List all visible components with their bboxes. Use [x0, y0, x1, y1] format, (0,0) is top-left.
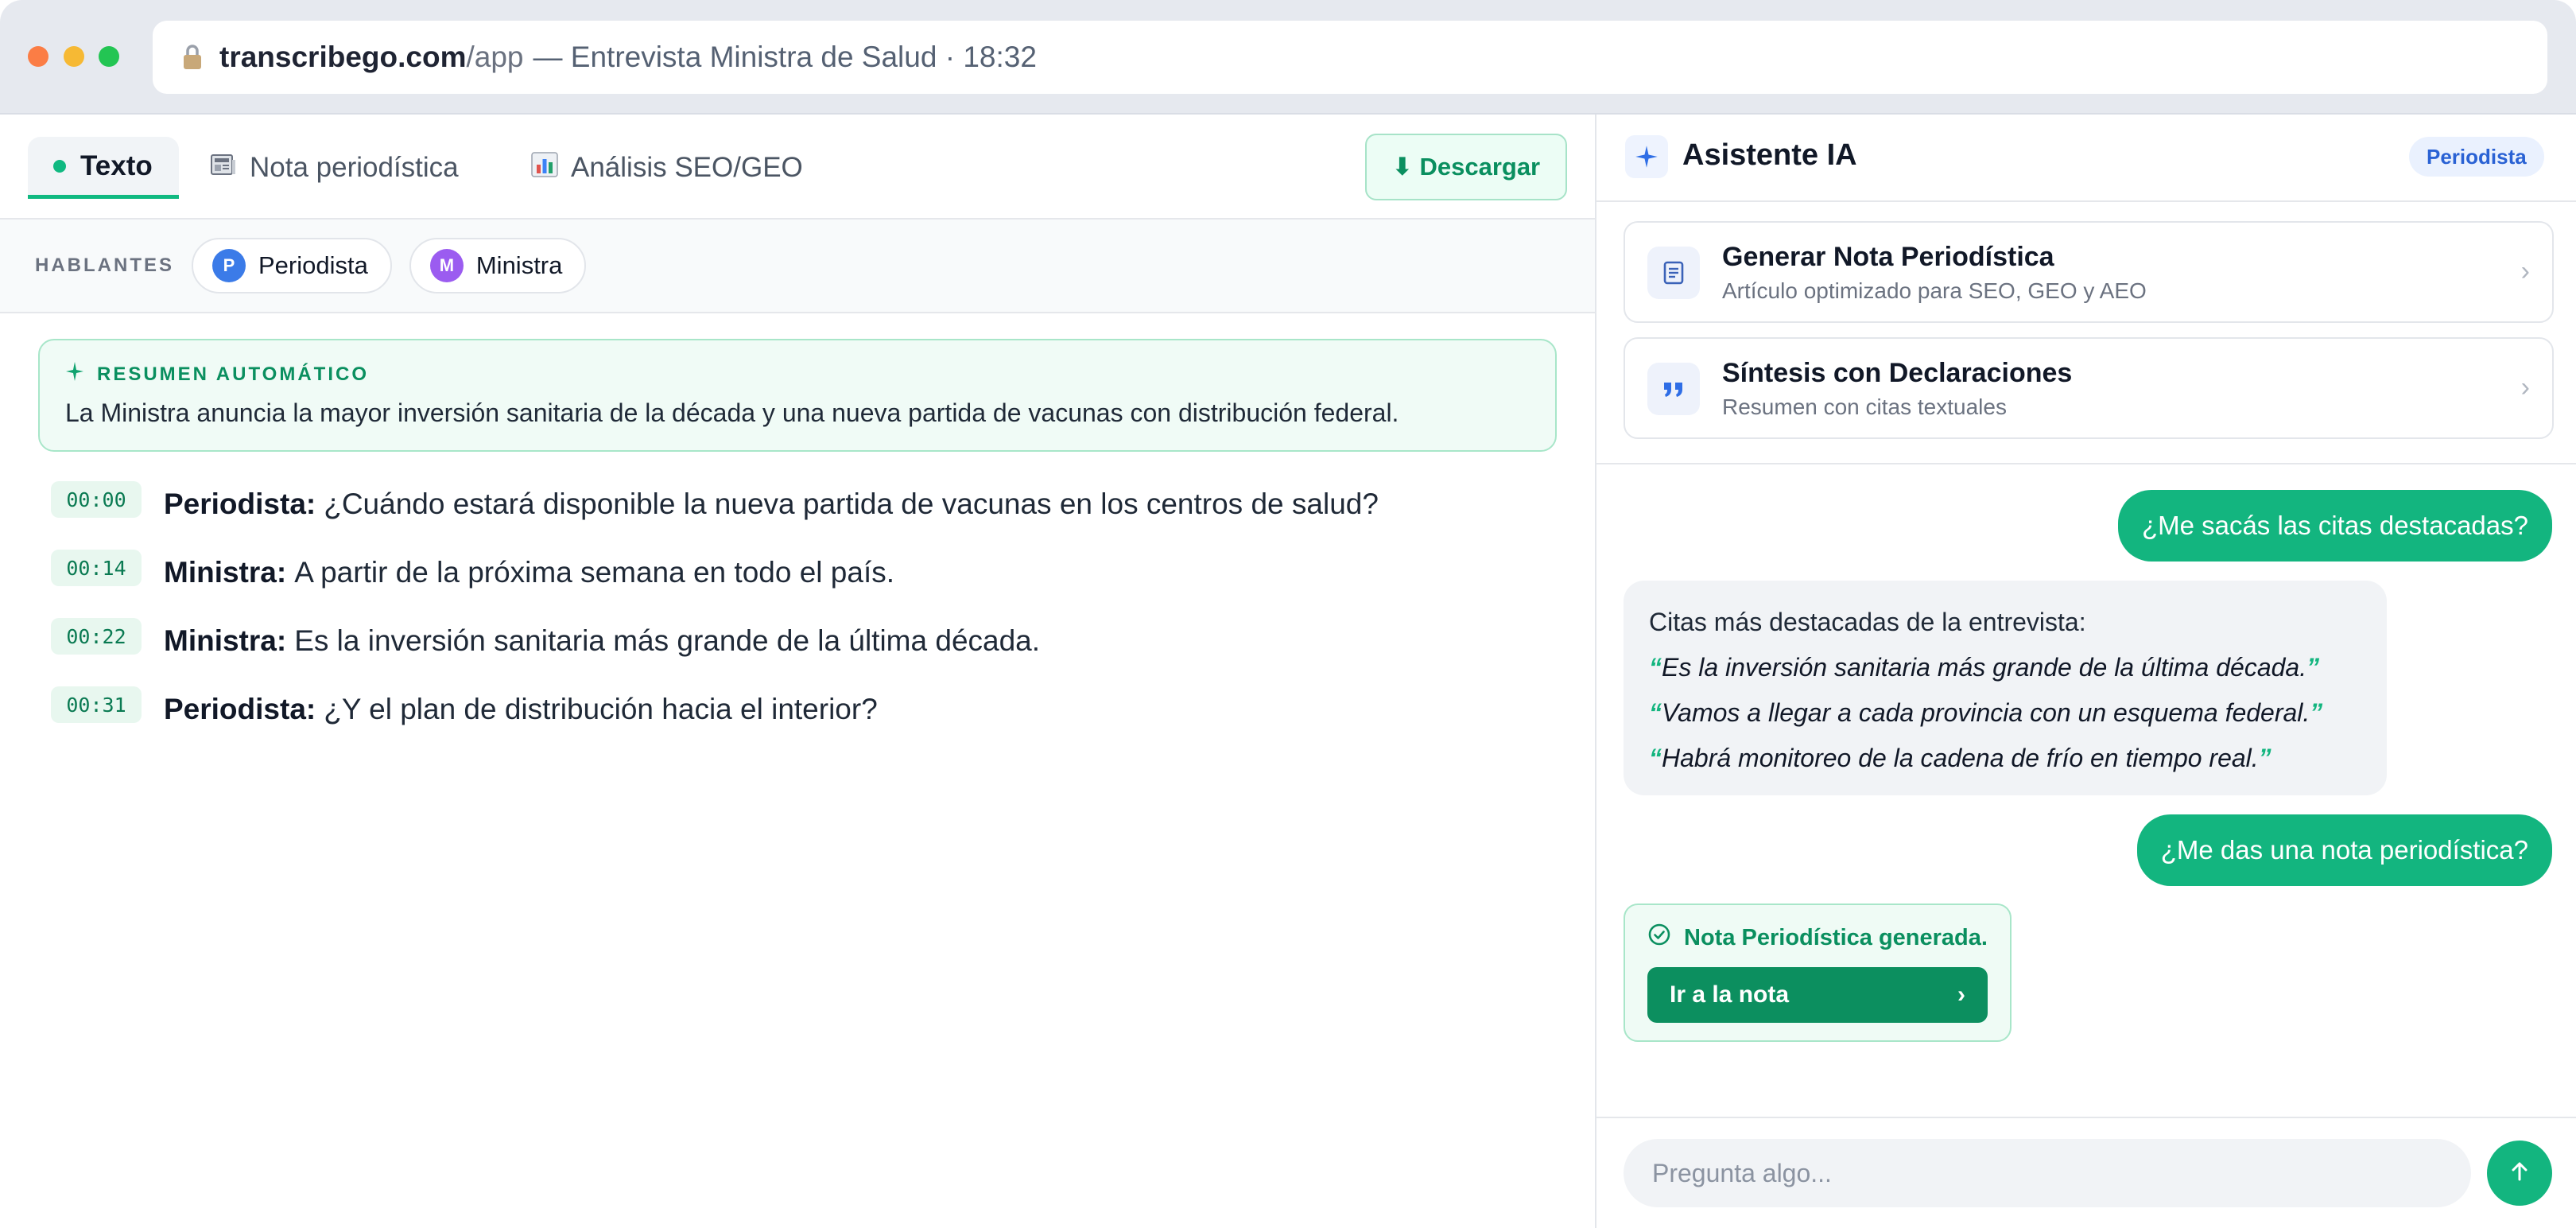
- transcript-line: 00:22 Ministra: Es la inversión sanitari…: [51, 617, 1040, 665]
- go-to-note-button[interactable]: Ir a la nota ›: [1647, 967, 1988, 1023]
- minimize-window-button[interactable]: [64, 46, 84, 67]
- chevron-right-icon: ›: [2520, 256, 2530, 286]
- assistant-title: Asistente IA: [1682, 138, 1857, 172]
- utterance-text: A partir de la próxima semana en todo el…: [294, 556, 895, 589]
- assistant-actions: Generar Nota Periodística Artículo optim…: [1596, 202, 2576, 464]
- chat-input[interactable]: [1624, 1139, 2471, 1207]
- assistant-intro: Citas más destacadas de la entrevista:: [1649, 608, 2086, 636]
- quote-line: “Habrá monitoreo de la cadena de frío en…: [1649, 736, 2361, 781]
- check-circle-icon: [1647, 923, 1671, 953]
- note-status-text: Nota Periodística generada.: [1684, 924, 1988, 950]
- speaker-label: Periodista:: [164, 693, 316, 725]
- summary-text: La Ministra anuncia la mayor inversión s…: [65, 398, 1399, 427]
- chevron-right-icon: ›: [1957, 981, 1965, 1008]
- arrow-up-icon: [2506, 1158, 2533, 1189]
- chat-composer: [1596, 1117, 2576, 1228]
- app-window: transcribego.com /app — Entrevista Minis…: [0, 0, 2576, 1228]
- browser-titlebar: transcribego.com /app — Entrevista Minis…: [0, 0, 2576, 115]
- quote-icon: [1647, 363, 1700, 415]
- document-icon: [1647, 247, 1700, 299]
- utterance-text: Es la inversión sanitaria más grande de …: [294, 624, 1041, 657]
- quote-mark: “: [1649, 698, 1662, 727]
- url-path: /app: [466, 41, 524, 73]
- quote-mark: ”: [2306, 653, 2320, 682]
- quote-mark: ”: [2258, 744, 2271, 772]
- close-window-button[interactable]: [28, 46, 48, 67]
- assistant-header: Asistente IA Periodista: [1596, 115, 2576, 202]
- timestamp[interactable]: 00:14: [51, 550, 142, 586]
- quote-mark: “: [1649, 744, 1662, 772]
- address-bar[interactable]: transcribego.com /app — Entrevista Minis…: [153, 21, 2547, 94]
- speaker-label: Periodista:: [164, 488, 316, 520]
- avatar: M: [429, 249, 464, 282]
- action-subtitle: Artículo optimizado para SEO, GEO y AEO: [1722, 278, 2147, 303]
- utterance-text: ¿Y el plan de distribución hacia el inte…: [324, 693, 878, 725]
- quote-mark: “: [1649, 653, 1662, 682]
- lock-icon: [180, 44, 205, 71]
- speaker-name: Periodista: [258, 251, 368, 279]
- user-message: ¿Me sacás las citas destacadas?: [2117, 490, 2552, 562]
- send-button[interactable]: [2487, 1141, 2552, 1206]
- speaker-chip-ministra[interactable]: M Ministra: [409, 238, 587, 293]
- generate-news-article-button[interactable]: Generar Nota Periodística Artículo optim…: [1624, 221, 2554, 323]
- quote-mark: ”: [2310, 698, 2323, 727]
- speaker-name: Ministra: [475, 251, 563, 279]
- speakers-bar: HABLANTES P Periodista M Ministra: [0, 220, 1595, 313]
- bar-chart-icon: [531, 152, 558, 184]
- transcript-line: 00:14 Ministra: A partir de la próxima s…: [51, 549, 894, 597]
- tab-label: Análisis SEO/GEO: [571, 152, 803, 183]
- quote-line: “Es la inversión sanitaria más grande de…: [1649, 645, 2361, 690]
- assistant-message: Citas más destacadas de la entrevista: “…: [1624, 581, 2387, 795]
- url-host: transcribego.com: [219, 41, 467, 73]
- go-to-note-label: Ir a la nota: [1670, 981, 1790, 1008]
- action-title: Generar Nota Periodística: [1722, 242, 2054, 272]
- sparkle-icon: [1625, 135, 1668, 178]
- action-title: Síntesis con Declaraciones: [1722, 358, 2073, 388]
- sparkle-icon: [65, 361, 84, 387]
- speakers-label: HABLANTES: [35, 255, 174, 276]
- speaker-label: Ministra:: [164, 556, 287, 589]
- dot-icon: [53, 159, 66, 173]
- chevron-right-icon: ›: [2520, 372, 2530, 402]
- newspaper-icon: [210, 153, 237, 183]
- timestamp[interactable]: 00:31: [51, 686, 142, 723]
- auto-summary: RESUMEN AUTOMÁTICO La Ministra anuncia l…: [38, 339, 1557, 452]
- speaker-chip-periodista[interactable]: P Periodista: [192, 238, 392, 293]
- quote-text: Es la inversión sanitaria más grande de …: [1662, 653, 2307, 682]
- summary-header: RESUMEN AUTOMÁTICO: [65, 361, 1530, 387]
- transcript-line: 00:31 Periodista: ¿Y el plan de distribu…: [51, 686, 878, 733]
- download-button[interactable]: ⬇ Descargar: [1365, 134, 1567, 200]
- transcript-line: 00:00 Periodista: ¿Cuándo estará disponi…: [51, 480, 1379, 528]
- utterance-text: ¿Cuándo estará disponible la nueva parti…: [324, 488, 1379, 520]
- page-title: — Entrevista Ministra de Salud · 18:32: [533, 41, 1037, 73]
- action-subtitle: Resumen con citas textuales: [1722, 394, 2007, 419]
- quote-text: Vamos a llegar a cada provincia con un e…: [1662, 698, 2310, 727]
- tab-label: Nota periodística: [250, 152, 459, 183]
- user-message: ¿Me das una nota periodística?: [2136, 814, 2552, 886]
- synthesis-with-quotes-button[interactable]: Síntesis con Declaraciones Resumen con c…: [1624, 337, 2554, 439]
- tab-nota-periodistica[interactable]: Nota periodística: [184, 137, 484, 199]
- avatar: P: [212, 249, 246, 282]
- summary-title: RESUMEN AUTOMÁTICO: [97, 363, 369, 385]
- transcript-pane: Texto Nota periodística Análisis SEO/GEO…: [0, 115, 1595, 1228]
- timestamp[interactable]: 00:00: [51, 481, 142, 518]
- note-status: Nota Periodística generada.: [1647, 923, 1988, 953]
- speaker-label: Ministra:: [164, 624, 287, 657]
- tab-analisis-seo-geo[interactable]: Análisis SEO/GEO: [506, 137, 828, 199]
- view-tabs: Texto Nota periodística Análisis SEO/GEO…: [0, 115, 1595, 220]
- assistant-pane: Asistente IA Periodista Generar Nota Per…: [1595, 115, 2576, 1228]
- chat-thread: ¿Me sacás las citas destacadas? Citas má…: [1596, 464, 2576, 1117]
- role-badge[interactable]: Periodista: [2409, 137, 2544, 177]
- download-label: ⬇ Descargar: [1391, 153, 1541, 181]
- quote-line: “Vamos a llegar a cada provincia con un …: [1649, 690, 2361, 736]
- note-generated-card: Nota Periodística generada. Ir a la nota…: [1624, 904, 2012, 1042]
- tab-texto[interactable]: Texto: [28, 137, 179, 199]
- timestamp[interactable]: 00:22: [51, 618, 142, 655]
- maximize-window-button[interactable]: [99, 46, 119, 67]
- quote-text: Habrá monitoreo de la cadena de frío en …: [1662, 744, 2259, 772]
- tab-label: Texto: [80, 150, 153, 181]
